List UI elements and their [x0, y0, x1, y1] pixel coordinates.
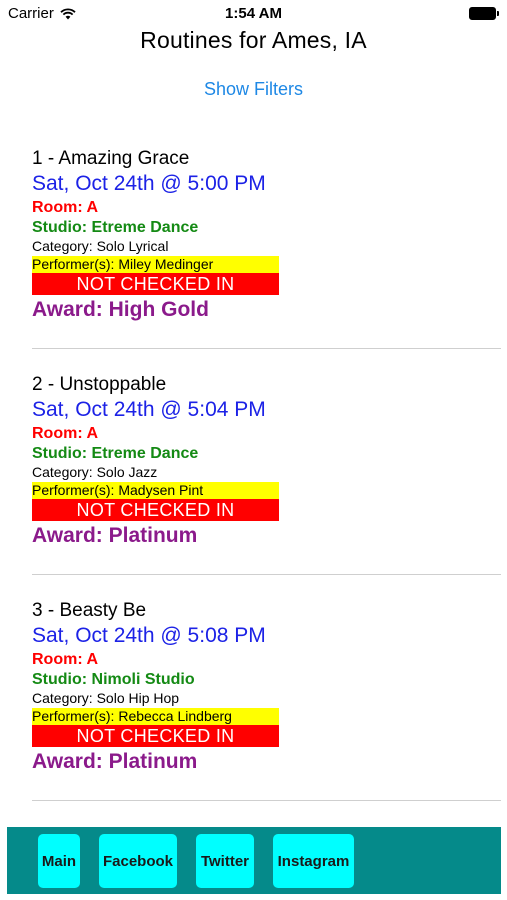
- routine-item[interactable]: 2 - Unstoppable Sat, Oct 24th @ 5:04 PM …: [32, 374, 502, 549]
- routine-title: 2 - Unstoppable: [32, 374, 167, 395]
- page-title: Routines for Ames, IA: [140, 27, 367, 53]
- routine-datetime: Sat, Oct 24th @ 5:08 PM: [32, 624, 266, 647]
- routine-performers: Performer(s): Rebecca Lindberg: [32, 708, 279, 725]
- routine-award: Award: Platinum: [32, 750, 198, 773]
- routine-datetime: Sat, Oct 24th @ 5:04 PM: [32, 398, 266, 421]
- routine-category: Category: Solo Jazz: [32, 464, 158, 480]
- routine-studio: Studio: Nimoli Studio: [32, 671, 195, 688]
- routine-room: Room: A: [32, 199, 99, 216]
- routine-studio: Studio: Etreme Dance: [32, 445, 199, 462]
- routine-category: Category: Solo Lyrical: [32, 238, 169, 254]
- routine-award: Award: High Gold: [32, 298, 209, 321]
- divider: [32, 800, 501, 801]
- instagram-button[interactable]: Instagram: [273, 834, 354, 888]
- bottom-nav-bar: Main Facebook Twitter Instagram: [7, 827, 501, 894]
- routine-title: 3 - Beasty Be: [32, 600, 147, 621]
- routine-title: 1 - Amazing Grace: [32, 148, 190, 169]
- routine-category: Category: Solo Hip Hop: [32, 690, 180, 706]
- divider: [32, 348, 501, 349]
- routine-room: Room: A: [32, 425, 99, 442]
- routine-performers: Performer(s): Madysen Pint: [32, 482, 279, 499]
- twitter-button[interactable]: Twitter: [196, 834, 254, 888]
- divider: [32, 574, 501, 575]
- routine-item[interactable]: 1 - Amazing Grace Sat, Oct 24th @ 5:00 P…: [32, 148, 502, 323]
- facebook-button[interactable]: Facebook: [99, 834, 177, 888]
- routine-award: Award: Platinum: [32, 524, 198, 547]
- status-time: 1:54 AM: [225, 5, 282, 22]
- routine-room: Room: A: [32, 651, 99, 668]
- show-filters-link[interactable]: Show Filters: [0, 79, 507, 100]
- checkin-status-badge: NOT CHECKED IN: [32, 273, 279, 295]
- routine-item[interactable]: 3 - Beasty Be Sat, Oct 24th @ 5:08 PM Ro…: [32, 600, 502, 775]
- status-bar: Carrier 1:54 AM: [0, 0, 507, 26]
- main-button[interactable]: Main: [38, 834, 80, 888]
- checkin-status-badge: NOT CHECKED IN: [32, 499, 279, 521]
- battery-icon: [469, 7, 499, 20]
- routine-performers: Performer(s): Miley Medinger: [32, 256, 279, 273]
- routine-datetime: Sat, Oct 24th @ 5:00 PM: [32, 172, 266, 195]
- checkin-status-badge: NOT CHECKED IN: [32, 725, 279, 747]
- routine-studio: Studio: Etreme Dance: [32, 219, 199, 236]
